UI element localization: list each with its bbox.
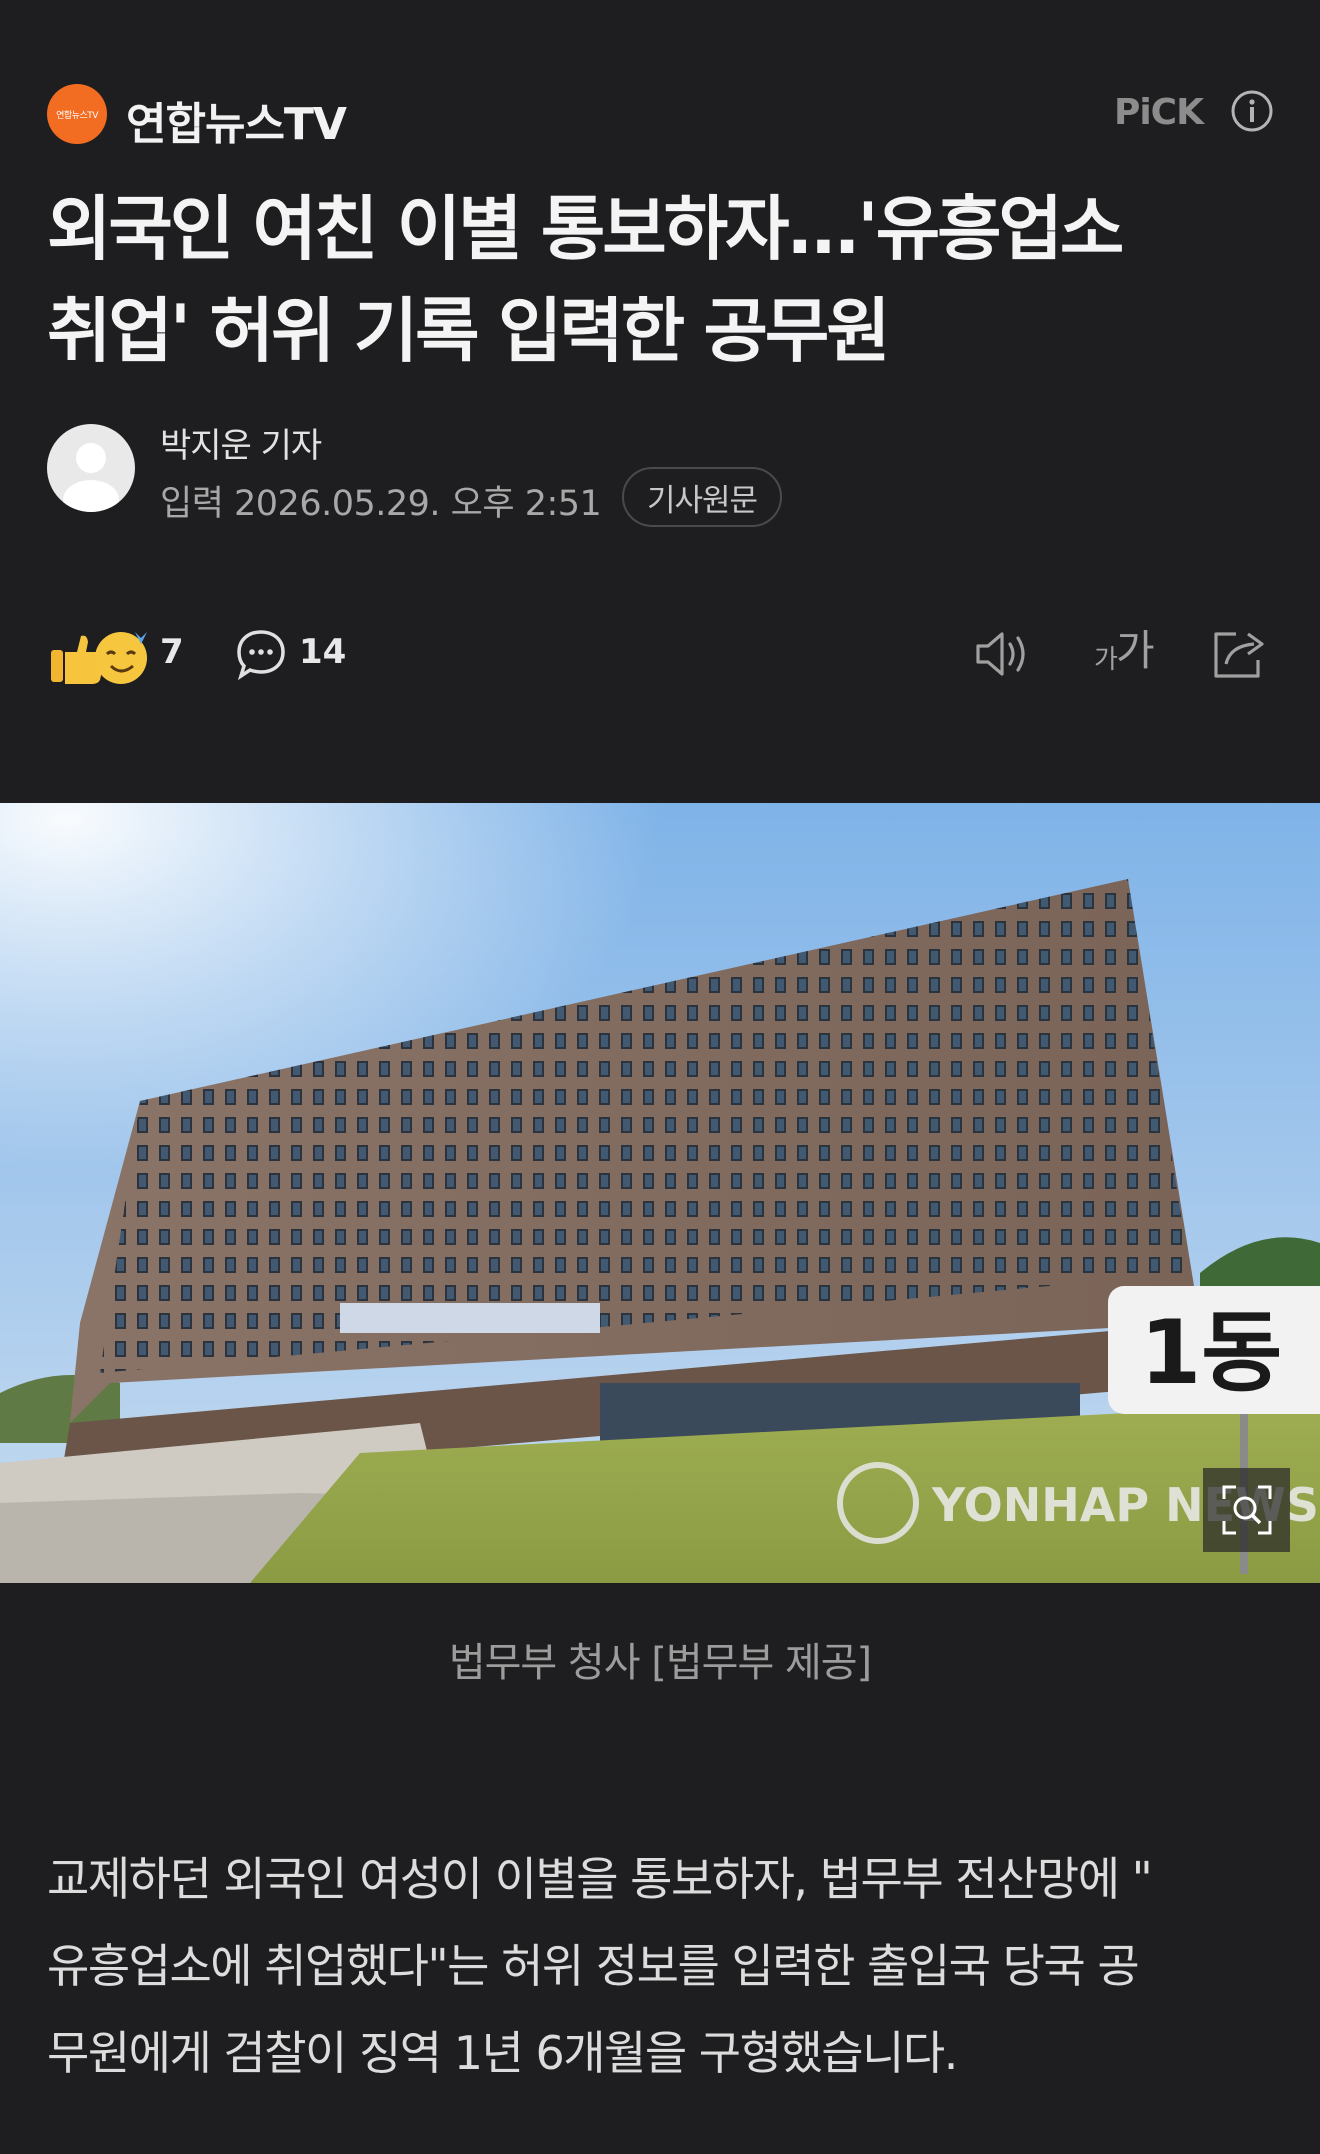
photo-caption: 법무부 청사 [법무부 제공]	[448, 1640, 872, 1686]
original-article-button[interactable]: 기사원문	[622, 467, 782, 527]
zoom-icon	[1222, 1485, 1271, 1535]
zoom-button[interactable]	[1203, 1468, 1290, 1552]
article-photo[interactable]: 1동 YONHAP NEWS	[0, 803, 1320, 1583]
font-size-button[interactable]: 가 가	[1094, 626, 1156, 682]
press-header: 연합뉴스TV 연합뉴스TV PiCK	[47, 82, 1273, 150]
title-line-1: 외국인 여친 이별 통보하자...'유흥업소	[47, 188, 1124, 270]
share-icon[interactable]	[1210, 626, 1270, 682]
ministry-building-image: 1동 YONHAP NEWS	[0, 803, 1320, 1583]
building-sign-text: 1동	[1140, 1301, 1282, 1404]
article-body: 교제하던 외국인 여성이 이별을 통보하자, 법무부 전산망에 " 유흥업소에 …	[47, 1836, 1287, 2097]
body-line-1: 교제하던 외국인 여성이 이별을 통보하자, 법무부 전산망에 "	[47, 1852, 1153, 1906]
font-size-big-label: 가	[1116, 626, 1155, 675]
reporter-name[interactable]: 박지운 기자	[160, 418, 322, 467]
comment-count: 14	[299, 632, 347, 672]
speaker-icon[interactable]	[974, 628, 1034, 680]
title-line-2: 취업' 허위 기록 입력한 공무원	[47, 290, 891, 372]
press-logo[interactable]: 연합뉴스TV	[47, 84, 107, 144]
emoji-reaction-button[interactable]	[47, 626, 153, 690]
comment-icon[interactable]	[235, 628, 287, 680]
thumbs-up-icon	[51, 632, 147, 684]
pick-badge: PiCK	[1113, 92, 1204, 133]
reaction-count: 7	[160, 632, 184, 672]
reporter-avatar[interactable]	[47, 424, 135, 512]
press-name[interactable]: 연합뉴스TV	[126, 88, 347, 152]
info-icon[interactable]	[1231, 90, 1273, 132]
article-title: 외국인 여친 이별 통보하자...'유흥업소 취업' 허위 기록 입력한 공무원	[47, 178, 1287, 382]
published-date: 입력 2026.05.29. 오후 2:51	[160, 484, 602, 524]
person-icon	[63, 443, 119, 512]
font-size-small-label: 가	[1094, 645, 1118, 675]
body-line-2: 유흥업소에 취업했다"는 허위 정보를 입력한 출입국 당국 공	[47, 1939, 1140, 1993]
body-line-3: 무원에게 검찰이 징역 1년 6개월을 구형했습니다.	[47, 2026, 958, 2080]
reaction-toolbar: 7 14 가 가	[47, 620, 1273, 690]
